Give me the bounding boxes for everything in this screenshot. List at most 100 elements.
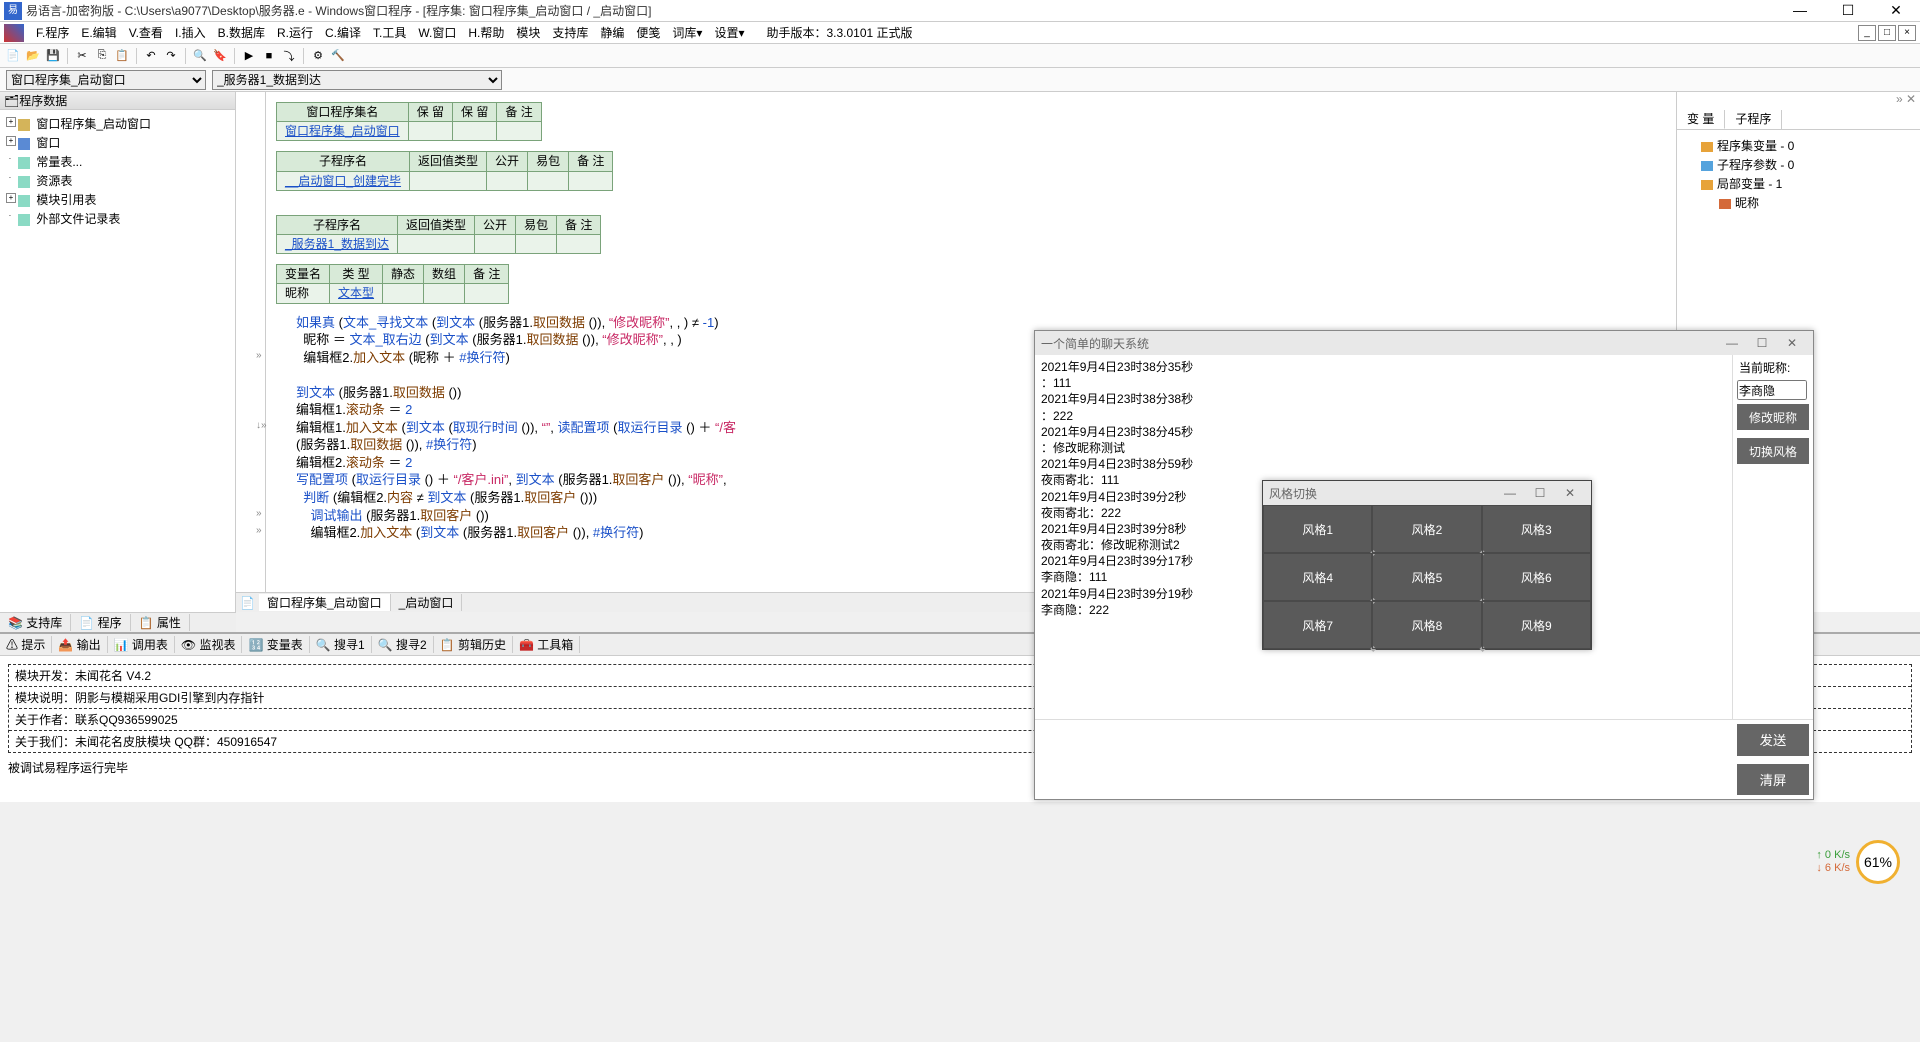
sub-select[interactable]: _服务器1_数据到达: [212, 70, 502, 90]
close-button[interactable]: ✕: [1876, 2, 1916, 20]
menu-item[interactable]: V.查看: [123, 26, 169, 40]
cut-icon[interactable]: ✂: [73, 47, 91, 65]
style-cell[interactable]: 风格5: [1372, 553, 1481, 601]
style-minimize-button[interactable]: —: [1495, 486, 1525, 500]
editor-tab-2[interactable]: _启动窗口: [391, 594, 463, 611]
sub-maximize-button[interactable]: □: [1878, 25, 1896, 41]
menu-item[interactable]: E.编辑: [75, 26, 122, 40]
style-cell[interactable]: 风格6: [1482, 553, 1591, 601]
switch-style-button[interactable]: 切换风格: [1737, 438, 1809, 464]
style-cell[interactable]: 风格3: [1482, 505, 1591, 553]
class-select[interactable]: 窗口程序集_启动窗口: [6, 70, 206, 90]
code-line[interactable]: 如果真 (文本_寻找文本 (到文本 (服务器1.取回数据 ()), “修改昵称”…: [276, 314, 1676, 332]
nickname-label: 当前昵称:: [1733, 355, 1813, 380]
menu-item[interactable]: 设置▾: [708, 26, 750, 40]
tab-variables[interactable]: 变 量: [1677, 110, 1725, 129]
tab-program[interactable]: 📄 程序: [71, 614, 130, 631]
style-maximize-button[interactable]: ☐: [1525, 486, 1555, 500]
tree-node[interactable]: 窗口: [4, 133, 231, 152]
menu-item[interactable]: H.帮助: [462, 26, 510, 40]
minimize-button[interactable]: —: [1780, 2, 1820, 20]
menu-item[interactable]: 便笺: [630, 26, 666, 40]
paste-icon[interactable]: 📋: [113, 47, 131, 65]
project-tree[interactable]: 窗口程序集_启动窗口 窗口 常量表... 资源表 模块引用表 外部文件记录表: [0, 110, 235, 612]
lower-tab[interactable]: 📊 调用表: [108, 636, 175, 653]
bookmark-icon[interactable]: 🔖: [211, 47, 229, 65]
sub-minimize-button[interactable]: _: [1858, 25, 1876, 41]
style-cell[interactable]: 风格1: [1263, 505, 1372, 553]
sub-close-button[interactable]: ×: [1898, 25, 1916, 41]
maximize-button[interactable]: ☐: [1828, 2, 1868, 20]
tree-node[interactable]: 常量表...: [4, 152, 231, 171]
lower-tab[interactable]: ⚠ 提示: [0, 636, 52, 653]
var-item[interactable]: 昵称: [1683, 193, 1914, 212]
menu-item[interactable]: 词库▾: [666, 26, 708, 40]
class-table: 窗口程序集名保 留保 留备 注窗口程序集_启动窗口: [276, 102, 542, 141]
window-title: 易语言-加密狗版 - C:\Users\a9077\Desktop\服务器.e …: [26, 2, 1780, 19]
tab-props[interactable]: 📋 属性: [131, 614, 190, 631]
tree-node[interactable]: 外部文件记录表: [4, 209, 231, 228]
menu-item[interactable]: R.运行: [271, 26, 319, 40]
var-item[interactable]: 局部变量 - 1: [1683, 174, 1914, 193]
stop-icon[interactable]: ■: [260, 47, 278, 65]
style-cell[interactable]: 风格4: [1263, 553, 1372, 601]
tree-node[interactable]: 窗口程序集_启动窗口: [4, 114, 231, 133]
menu-item[interactable]: 模块: [510, 26, 546, 40]
send-button[interactable]: 发送: [1737, 724, 1809, 756]
menu-item[interactable]: 静编: [594, 26, 630, 40]
lower-tab[interactable]: 🔍 搜寻2: [372, 636, 434, 653]
app-icon: 易: [4, 2, 22, 20]
run-icon[interactable]: ▶: [240, 47, 258, 65]
chat-input[interactable]: [1035, 720, 1733, 799]
variable-tree[interactable]: 程序集变量 - 0子程序参数 - 0局部变量 - 1昵称: [1677, 130, 1920, 218]
step-icon[interactable]: ⤵: [280, 47, 298, 65]
find-icon[interactable]: 🔍: [191, 47, 209, 65]
network-monitor: ↑ 0 K/s ↓ 6 K/s 61%: [1816, 840, 1900, 884]
style-cell[interactable]: 风格2: [1372, 505, 1481, 553]
var-item[interactable]: 程序集变量 - 0: [1683, 136, 1914, 155]
save-icon[interactable]: 💾: [44, 47, 62, 65]
style-close-button[interactable]: ✕: [1555, 486, 1585, 500]
redo-icon[interactable]: ↷: [162, 47, 180, 65]
lower-tab[interactable]: 📋 剪辑历史: [434, 636, 513, 653]
menu-item[interactable]: C.编译: [319, 26, 367, 40]
compile-icon[interactable]: ⚙: [309, 47, 327, 65]
open-icon[interactable]: 📂: [24, 47, 42, 65]
lower-tab[interactable]: 🔍 搜寻1: [310, 636, 372, 653]
menu-item[interactable]: I.插入: [169, 26, 212, 40]
style-cell[interactable]: 风格8: [1372, 601, 1481, 649]
menu-item[interactable]: F.程序: [30, 26, 75, 40]
menubar: F.程序E.编辑V.查看I.插入B.数据库R.运行C.编译T.工具W.窗口H.帮…: [0, 22, 1920, 44]
lower-tab[interactable]: 📤 输出: [52, 636, 107, 653]
editor-tab-1[interactable]: 窗口程序集_启动窗口: [259, 594, 391, 611]
lower-tab[interactable]: 🧰 工具箱: [513, 636, 580, 653]
tree-node[interactable]: 模块引用表: [4, 190, 231, 209]
style-cell[interactable]: 风格9: [1482, 601, 1591, 649]
cpu-gauge: 61%: [1856, 840, 1900, 884]
lower-tab[interactable]: 🔢 变量表: [242, 636, 309, 653]
menu-item[interactable]: B.数据库: [212, 26, 271, 40]
chat-title: 一个简单的聊天系统: [1041, 335, 1149, 352]
tab-support-lib[interactable]: 📚 支持库: [0, 614, 71, 631]
copy-icon[interactable]: ⎘: [93, 47, 111, 65]
chat-close-button[interactable]: ✕: [1777, 336, 1807, 350]
lower-tab[interactable]: 👁 监视表: [175, 636, 243, 653]
style-window[interactable]: 风格切换 — ☐ ✕ 风格1风格2风格3 风格4风格5风格6 风格7风格8风格9: [1262, 480, 1592, 650]
chat-maximize-button[interactable]: ☐: [1747, 336, 1777, 350]
style-cell[interactable]: 风格7: [1263, 601, 1372, 649]
nickname-input[interactable]: [1737, 380, 1807, 400]
modify-nick-button[interactable]: 修改昵称: [1737, 404, 1809, 430]
new-icon[interactable]: 📄: [4, 47, 22, 65]
tree-node[interactable]: 资源表: [4, 171, 231, 190]
tab-subs[interactable]: 子程序: [1725, 110, 1782, 129]
toolbar: 📄 📂 💾 ✂ ⎘ 📋 ↶ ↷ 🔍 🔖 ▶ ■ ⤵ ⚙ 🔨: [0, 44, 1920, 68]
chat-minimize-button[interactable]: —: [1717, 336, 1747, 350]
style-title: 风格切换: [1269, 485, 1317, 502]
var-item[interactable]: 子程序参数 - 0: [1683, 155, 1914, 174]
menu-item[interactable]: 支持库: [546, 26, 594, 40]
menu-item[interactable]: T.工具: [367, 26, 412, 40]
menu-item[interactable]: W.窗口: [412, 26, 462, 40]
clear-button[interactable]: 清屏: [1737, 764, 1809, 796]
undo-icon[interactable]: ↶: [142, 47, 160, 65]
build-icon[interactable]: 🔨: [329, 47, 347, 65]
